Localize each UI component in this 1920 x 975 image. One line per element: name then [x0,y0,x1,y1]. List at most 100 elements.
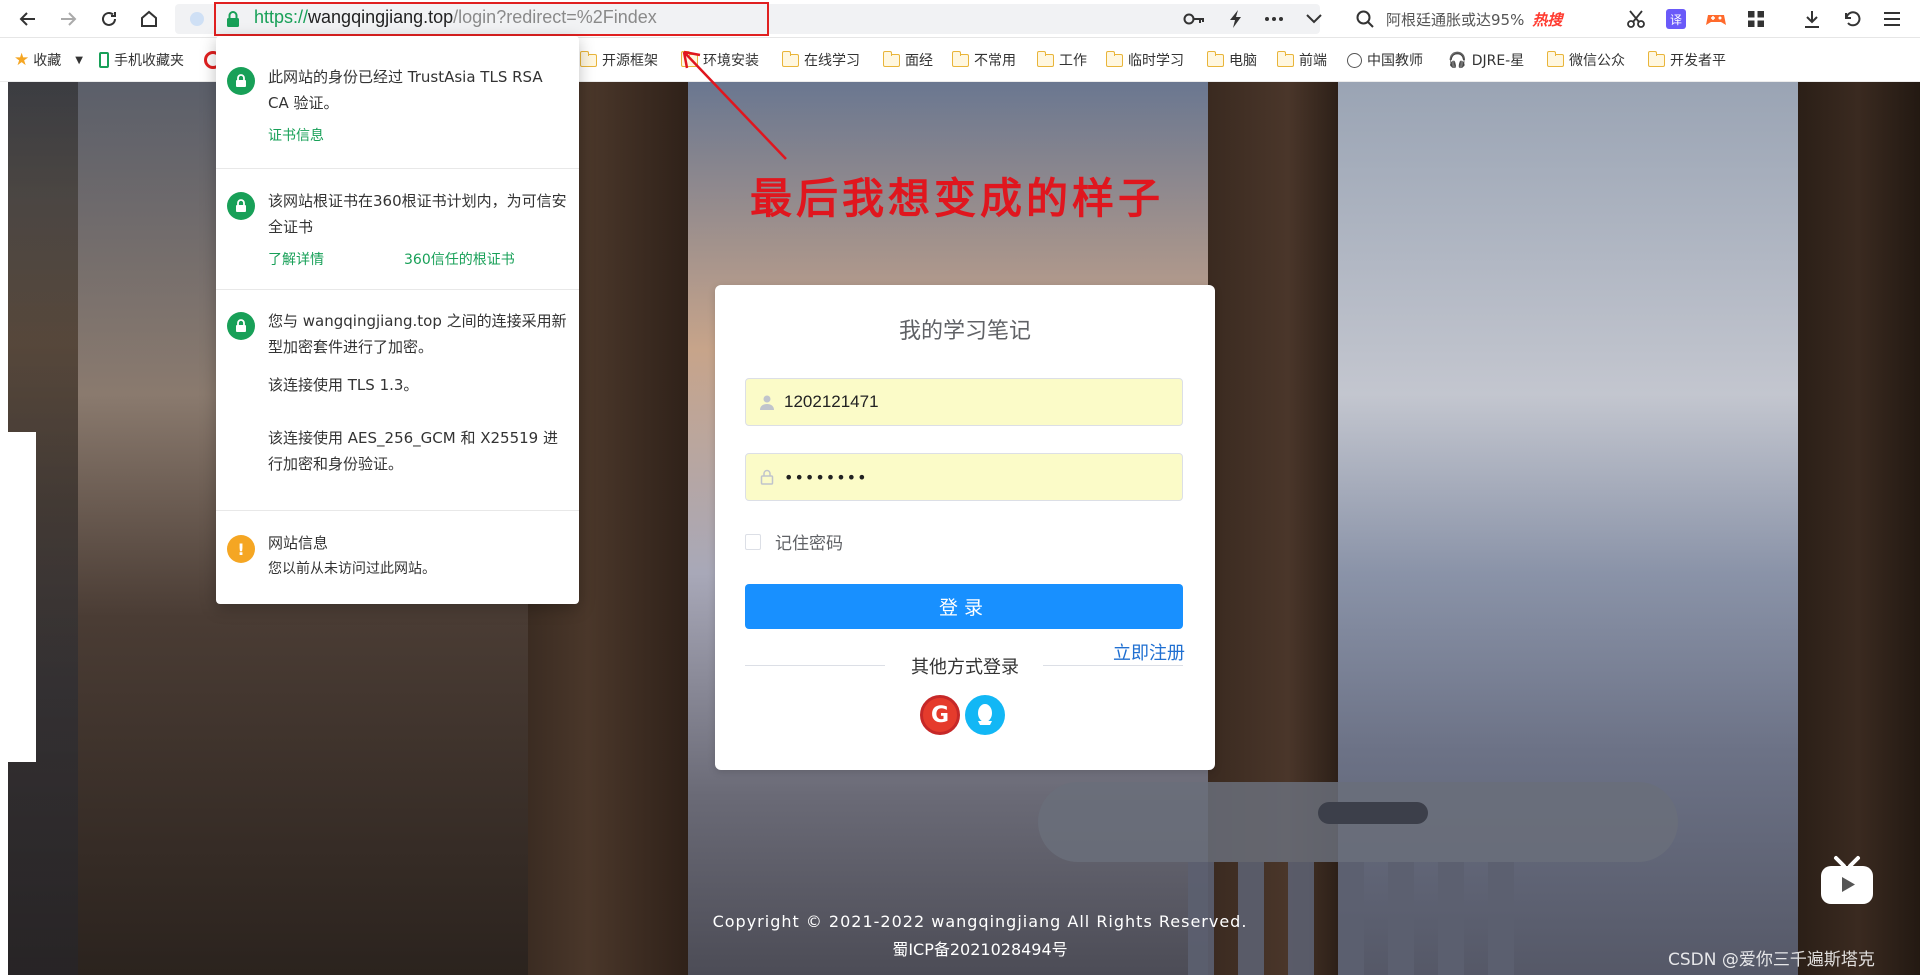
folder-icon [1546,50,1564,67]
globe-icon [1347,52,1362,68]
tls-version-text: 该连接使用 TLS 1.3。 [268,376,419,394]
learn-more-link[interactable]: 了解详情 [268,249,324,269]
star-icon: ★ [14,50,30,70]
scissors-icon[interactable] [1624,7,1648,31]
bookmark-folder[interactable]: 微信公众 [1546,50,1625,70]
video-player-icon[interactable] [1818,854,1876,906]
bookmark-favorites[interactable]: ★ 收藏 ▼ [14,50,83,70]
folder-icon [1647,50,1665,67]
bookmark-label: 临时学习 [1128,53,1184,69]
password-input[interactable]: •••••••• [784,468,868,487]
site-security-popup: 此网站的身份已经过 TrustAsia TLS RSA CA 验证。 证书信息 … [216,36,579,604]
bookmark-site[interactable]: 中国教师 [1347,50,1423,70]
username-input[interactable] [784,392,1164,412]
caret-down-icon: ▼ [75,54,83,66]
download-icon[interactable] [1800,7,1824,31]
reload-icon [102,11,116,26]
url-text[interactable]: https://wangqingjiang.top/login?redirect… [254,7,657,28]
site-info-title: 网站信息 [268,534,329,552]
bookmark-mobile[interactable]: 手机收藏夹 [99,50,184,70]
secure-lock-icon [227,312,255,340]
headphones-icon: 🎧 [1448,51,1467,69]
bookmark-folder[interactable]: 工作 [1036,50,1087,70]
chevron-down-icon[interactable] [1302,7,1326,31]
folder-icon [579,50,597,67]
remember-label: 记住密码 [775,534,843,554]
bookmark-site[interactable]: 🎧 DJRE-星 [1448,50,1524,70]
bookmark-label: 不常用 [974,53,1016,69]
qq-icon [978,704,992,725]
more-icon[interactable] [1262,7,1286,31]
secure-lock-icon [227,192,255,220]
site-info-section: ! 网站信息 您以前从未访问过此网站。 [216,511,579,603]
game-icon[interactable] [1704,7,1728,31]
root-cert-text: 该网站根证书在360根证书计划内，为可信安全证书 [268,192,567,236]
bookmark-label: 收藏 [33,53,62,69]
folder-icon [1206,50,1224,67]
apps-grid-icon[interactable] [1744,7,1768,31]
login-button[interactable]: 登录 [745,584,1183,629]
phone-icon [99,52,109,68]
gitee-icon: G [930,702,950,728]
login-card: 我的学习笔记 •••••••• 记住密码 登录 立即注册 其他方式登录 G [715,285,1215,770]
bookmark-label: 手机收藏夹 [114,53,184,69]
browser-window: https://wangqingjiang.top/login?redirect… [0,0,1920,975]
bookmark-label: 电脑 [1229,53,1257,69]
search-box[interactable]: 阿根廷通胀或达95% 热搜 [1342,4,1612,34]
trusted-root-cert-link[interactable]: 360信任的根证书 [404,249,515,269]
bookmark-folder[interactable]: 前端 [1276,50,1327,70]
key-icon[interactable] [1182,7,1206,31]
bookmark-folder[interactable]: 开发者平 [1647,50,1726,70]
undo-icon[interactable] [1840,7,1864,31]
search-icon [1356,10,1374,28]
bookmark-folder[interactable]: 不常用 [951,50,1016,70]
cipher-text: 该连接使用 AES_256_GCM 和 X25519 进行加密和身份验证。 [268,429,558,473]
folder-icon [1105,50,1123,67]
bookmark-label: 前端 [1299,53,1327,69]
gitee-login-button[interactable]: G [920,695,960,735]
back-button[interactable] [14,5,42,33]
bookmark-label: 开源框架 [602,53,658,69]
bookmark-label: 开发者平 [1670,53,1726,69]
bookmark-label: 工作 [1059,53,1087,69]
bookmark-label: 面经 [905,53,933,69]
copyright-text: Copyright © 2021-2022 wangqingjiang All … [712,912,1248,931]
bookmark-label: 中国教师 [1367,53,1423,69]
user-icon [758,393,776,411]
bookmark-folder[interactable]: 面经 [882,50,933,70]
qq-login-button[interactable] [965,695,1005,735]
remember-checkbox[interactable] [745,533,761,550]
bookmark-folder[interactable]: 临时学习 [1105,50,1184,70]
site-info-text: 您以前从未访问过此网站。 [268,561,436,577]
translate-icon[interactable]: 译 [1664,7,1688,31]
home-button[interactable] [135,5,163,33]
lock-icon[interactable] [226,10,240,28]
icp-link[interactable]: 蜀ICP备2021028494号 [0,936,1920,960]
annotation-arrow [682,50,787,160]
menu-icon[interactable] [1880,7,1904,31]
connection-section: 您与 wangqingjiang.top 之间的连接采用新型加密套件进行了加密。… [216,290,579,510]
site-favicon-icon [190,12,204,26]
url-protocol: https:// [254,7,309,27]
lightning-icon[interactable] [1224,7,1248,31]
password-field[interactable]: •••••••• [745,453,1183,501]
identity-section: 此网站的身份已经过 TrustAsia TLS RSA CA 验证。 证书信息 [216,36,579,168]
bookmark-folder[interactable]: 电脑 [1206,50,1257,70]
secure-lock-icon [227,67,255,95]
side-panel-edge [8,432,36,762]
bookmark-folder[interactable]: 开源框架 [579,50,658,70]
browser-toolbar: https://wangqingjiang.top/login?redirect… [0,0,1920,38]
reload-button[interactable] [95,5,123,33]
remember-password[interactable]: 记住密码 [745,529,843,554]
forward-button[interactable] [54,5,82,33]
back-arrow-icon [19,12,35,26]
username-field[interactable] [745,378,1183,426]
annotation-text: 最后我想变成的样子 [750,174,1165,223]
search-suggestion: 阿根廷通胀或达95% [1386,10,1525,29]
certificate-info-link[interactable]: 证书信息 [268,125,324,145]
other-login-label: 其他方式登录 [911,657,1019,678]
login-title: 我的学习笔记 [898,319,1031,344]
folder-icon [951,50,969,67]
hot-search-badge: 热搜 [1532,10,1563,29]
url-host: wangqingjiang.top [308,7,454,27]
